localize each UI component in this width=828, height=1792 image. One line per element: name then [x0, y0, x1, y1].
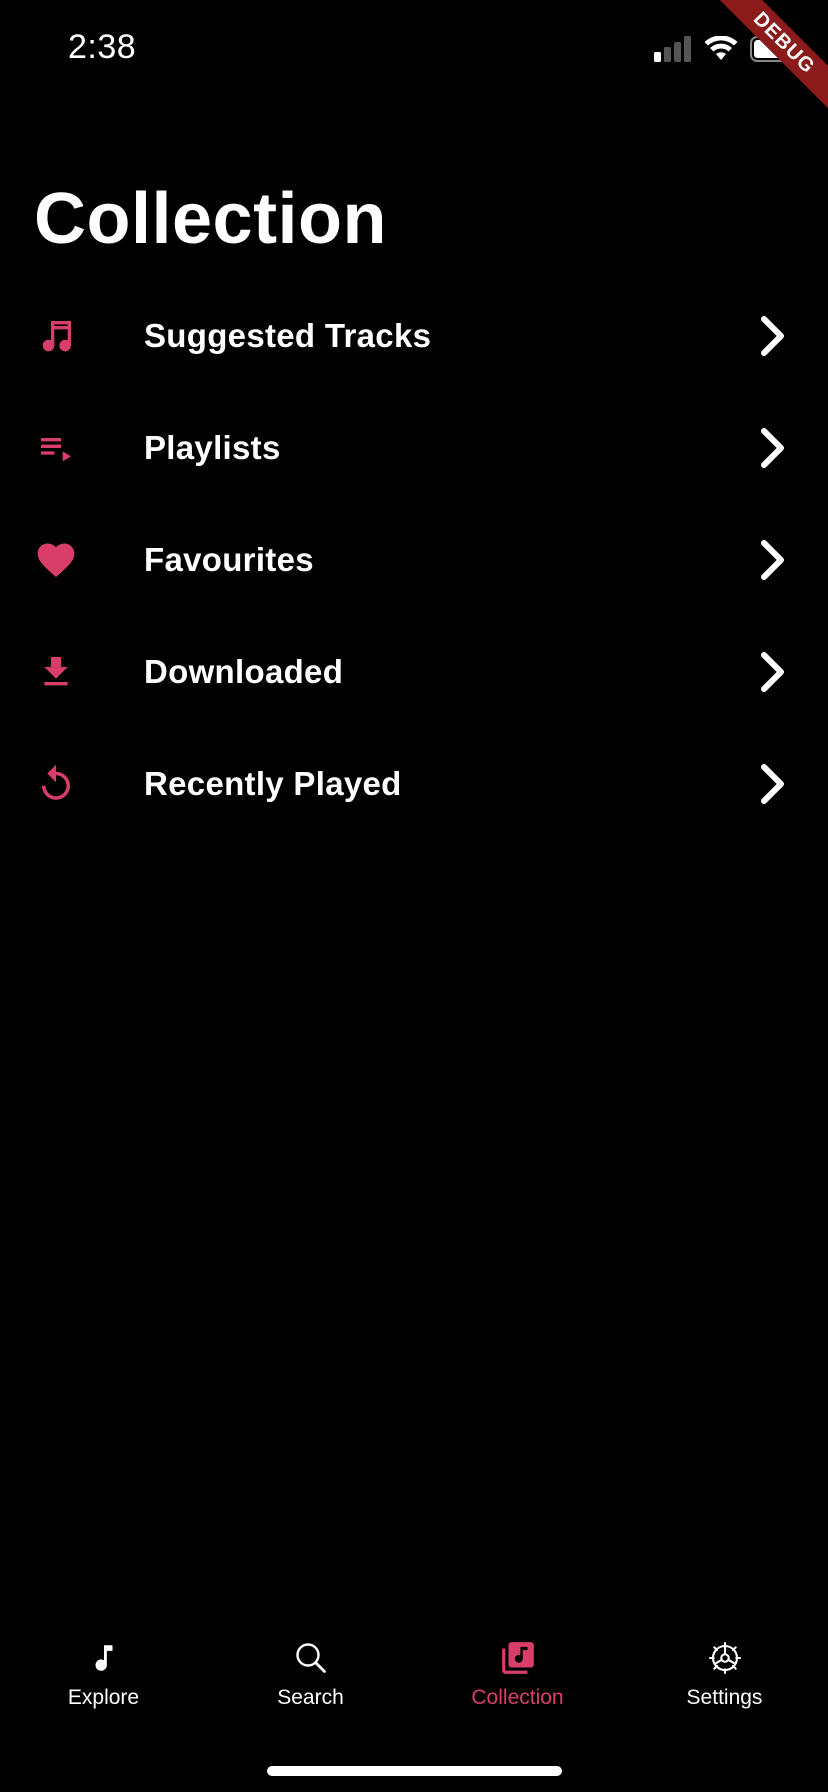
- menu-item-suggested-tracks[interactable]: Suggested Tracks: [0, 280, 828, 392]
- tab-label: Collection: [471, 1686, 564, 1709]
- menu-item-label: Suggested Tracks: [144, 317, 432, 354]
- replay-icon: [34, 762, 78, 806]
- chevron-right-icon: [758, 538, 788, 582]
- menu-item-favourites[interactable]: Favourites: [0, 504, 828, 616]
- tab-settings[interactable]: Settings: [621, 1620, 828, 1720]
- collection-menu: Suggested Tracks Playlists Favourites Do…: [0, 280, 828, 840]
- tab-bar: Explore Search Collection Settings: [0, 1620, 828, 1720]
- cellular-signal-icon: [654, 35, 692, 67]
- chevron-right-icon: [758, 314, 788, 358]
- menu-item-label: Recently Played: [144, 765, 402, 802]
- menu-item-recently-played[interactable]: Recently Played: [0, 728, 828, 840]
- chevron-right-icon: [758, 762, 788, 806]
- tab-label: Settings: [686, 1686, 763, 1709]
- music-note-icon: [84, 1638, 124, 1678]
- music-library-icon: [498, 1638, 538, 1678]
- gear-icon: [705, 1638, 745, 1678]
- home-indicator: [267, 1766, 562, 1776]
- menu-item-playlists[interactable]: Playlists: [0, 392, 828, 504]
- battery-icon: [750, 35, 798, 67]
- menu-item-label: Favourites: [144, 541, 314, 578]
- chevron-right-icon: [758, 650, 788, 694]
- tab-label: Search: [277, 1686, 344, 1709]
- menu-item-label: Playlists: [144, 429, 281, 466]
- status-bar: 2:38 DEBUG: [0, 0, 828, 120]
- status-icons: [654, 34, 798, 68]
- tab-collection[interactable]: Collection: [414, 1620, 621, 1720]
- wifi-icon: [704, 34, 738, 67]
- music-note-icon: [34, 314, 78, 358]
- playlist-play-icon: [34, 426, 78, 470]
- page-title: Collection: [34, 179, 388, 259]
- tab-label: Explore: [67, 1686, 140, 1709]
- tab-search[interactable]: Search: [207, 1620, 414, 1720]
- download-icon: [34, 650, 78, 694]
- search-icon: [291, 1638, 331, 1678]
- menu-item-downloaded[interactable]: Downloaded: [0, 616, 828, 728]
- heart-icon: [34, 538, 78, 582]
- chevron-right-icon: [758, 426, 788, 470]
- status-time: 2:38: [68, 28, 137, 66]
- tab-explore[interactable]: Explore: [0, 1620, 207, 1720]
- menu-item-label: Downloaded: [144, 653, 344, 690]
